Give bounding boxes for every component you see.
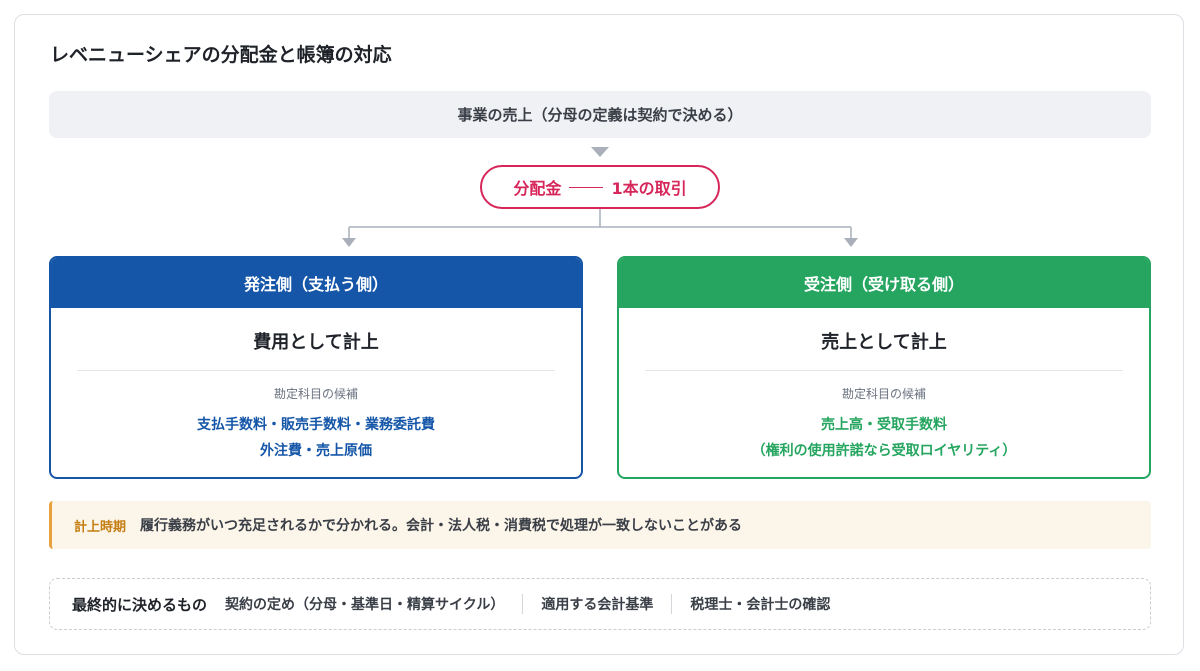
payer-accounts: 支払手数料・販売手数料・業務委託費 外注費・売上原価 xyxy=(51,412,581,464)
receiver-box: 受注側（受け取る側） 売上として計上 勘定科目の候補 売上高・受取手数料 （権利… xyxy=(617,256,1151,479)
payer-sub-label: 勘定科目の候補 xyxy=(273,387,358,401)
payer-box: 発注側（支払う側） 費用として計上 勘定科目の候補 支払手数料・販売手数料・業務… xyxy=(49,256,583,479)
receiver-header: 受注側（受け取る側） xyxy=(619,258,1149,308)
pill-dash xyxy=(569,186,604,188)
sales-source-box: 事業の売上（分母の定義は契約で決める） xyxy=(49,91,1151,138)
receiver-divider xyxy=(645,370,1123,371)
pill-left-label: 分配金 xyxy=(513,179,562,198)
final-decision-label: 最終的に決めるもの xyxy=(72,595,208,614)
timing-note-text: 履行義務がいつ充足されるかで分かれる。会計・法人税・消費税で処理が一致しないこと… xyxy=(140,518,743,534)
sales-source-label: 事業の売上（分母の定義は契約で決める） xyxy=(457,106,743,124)
distribution-pill: 分配金 1本の取引 xyxy=(480,165,720,209)
final-decision-box: 最終的に決めるもの 契約の定め（分母・基準日・精算サイクル） 適用する会計基準 … xyxy=(49,578,1151,630)
final-separator xyxy=(671,594,673,614)
payer-divider xyxy=(77,370,555,371)
final-item-contract: 契約の定め（分母・基準日・精算サイクル） xyxy=(225,597,505,613)
pill-right-label: 1本の取引 xyxy=(611,179,687,198)
receiver-accounts: 売上高・受取手数料 （権利の使用許諾なら受取ロイヤリティ） xyxy=(619,412,1149,464)
receiver-accounts-line1: 売上高・受取手数料 xyxy=(821,417,947,433)
final-item-advisor: 税理士・会計士の確認 xyxy=(690,597,831,613)
diagram-title: レベニューシェアの分配金と帳簿の対応 xyxy=(50,44,392,66)
payer-accounts-line2: 外注費・売上原価 xyxy=(260,443,372,459)
payer-accounts-line1: 支払手数料・販売手数料・業務委託費 xyxy=(197,417,435,433)
final-separator xyxy=(522,594,524,614)
receiver-main-label: 売上として計上 xyxy=(821,332,947,353)
payer-main-label: 費用として計上 xyxy=(253,332,379,353)
timing-note: 計上時期 履行義務がいつ充足されるかで分かれる。会計・法人税・消費税で処理が一致… xyxy=(49,501,1151,549)
payer-header: 発注側（支払う側） xyxy=(51,258,581,308)
timing-note-label: 計上時期 xyxy=(74,519,127,535)
final-item-standard: 適用する会計基準 xyxy=(541,597,654,613)
receiver-sub-label: 勘定科目の候補 xyxy=(841,387,926,401)
receiver-accounts-line2: （権利の使用許諾なら受取ロイヤリティ） xyxy=(751,443,1017,459)
